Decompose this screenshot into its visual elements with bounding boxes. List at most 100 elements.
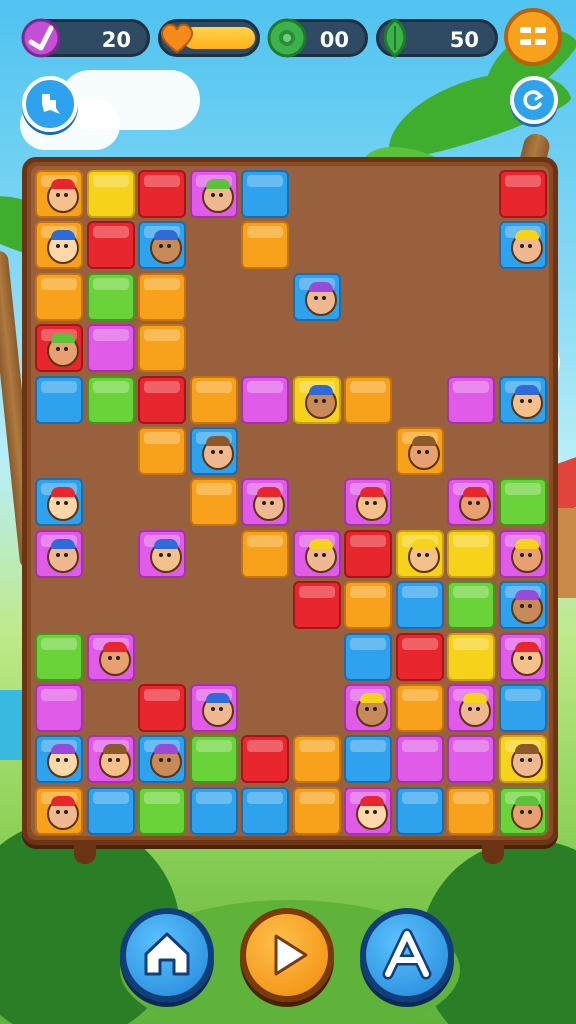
puzzle-button[interactable] [22, 76, 78, 132]
tile-orange[interactable] [35, 272, 83, 321]
tile-green[interactable] [86, 375, 135, 424]
tile-yellow-character[interactable] [292, 375, 341, 424]
tile-magenta-character[interactable] [344, 478, 392, 527]
tile-magenta[interactable] [447, 735, 495, 784]
tile-yellow-character[interactable] [395, 529, 444, 578]
tile-red[interactable] [498, 170, 547, 218]
tile-red[interactable] [395, 632, 444, 681]
tile-blue-character[interactable] [498, 581, 547, 630]
tile-magenta-character[interactable] [189, 684, 238, 732]
tile-orange[interactable] [292, 786, 341, 835]
tile-magenta-character[interactable] [447, 478, 495, 527]
tile-orange[interactable] [138, 427, 186, 475]
tile-green[interactable] [86, 272, 135, 321]
tile-orange[interactable] [138, 272, 186, 321]
tile-orange-character[interactable] [395, 427, 444, 475]
tile-orange[interactable] [189, 478, 238, 527]
tile-orange[interactable] [292, 735, 341, 784]
tile-red[interactable] [292, 581, 341, 630]
tile-green-character[interactable] [498, 786, 547, 835]
tile-orange[interactable] [189, 375, 238, 424]
refresh-button[interactable] [510, 76, 558, 124]
tile-blue[interactable] [498, 684, 547, 732]
character-icon [510, 590, 543, 625]
tile-blue-character[interactable] [189, 427, 238, 475]
leaf-gem-icon [383, 18, 407, 58]
tile-magenta-character[interactable] [344, 684, 392, 732]
tile-red-character[interactable] [35, 324, 83, 373]
tile-green[interactable] [447, 581, 495, 630]
tile-magenta-character[interactable] [189, 170, 238, 218]
tile-blue-character[interactable] [498, 375, 547, 424]
tile-magenta-character[interactable] [292, 529, 341, 578]
tile-yellow[interactable] [447, 529, 495, 578]
tile-magenta[interactable] [35, 684, 83, 732]
character-icon [47, 538, 79, 573]
tile-magenta-character[interactable] [447, 684, 495, 732]
level-counter: 20 [21, 18, 150, 58]
tile-blue-character[interactable] [35, 735, 83, 784]
tile-yellow[interactable] [447, 632, 495, 681]
hint-button[interactable] [360, 908, 454, 1002]
character-icon [510, 384, 543, 419]
menu-button[interactable] [504, 8, 562, 66]
tile-blue-character[interactable] [138, 735, 186, 784]
tile-magenta-character[interactable] [86, 632, 135, 681]
character-icon [459, 487, 491, 522]
tile-blue[interactable] [344, 632, 392, 681]
tile-blue[interactable] [35, 375, 83, 424]
tile-magenta[interactable] [447, 375, 495, 424]
tile-green[interactable] [138, 786, 186, 835]
play-button[interactable] [240, 908, 334, 1002]
tile-magenta-character[interactable] [138, 529, 186, 578]
level-value: 20 [101, 28, 131, 52]
tile-blue-character[interactable] [35, 478, 83, 527]
tile-blue-character[interactable] [138, 221, 186, 270]
tile-blue[interactable] [241, 786, 289, 835]
tile-blue[interactable] [241, 170, 289, 218]
tile-blue[interactable] [86, 786, 135, 835]
character-icon [510, 230, 543, 265]
tile-blue[interactable] [189, 786, 238, 835]
tile-blue[interactable] [344, 735, 392, 784]
tile-blue[interactable] [395, 786, 444, 835]
tile-magenta-character[interactable] [498, 529, 547, 578]
tile-yellow-character[interactable] [498, 735, 547, 784]
tile-magenta[interactable] [395, 735, 444, 784]
lives-counter [158, 19, 260, 57]
character-icon [304, 384, 337, 419]
tile-magenta-character[interactable] [241, 478, 289, 527]
tile-orange[interactable] [344, 581, 392, 630]
tile-blue-character[interactable] [498, 221, 547, 270]
tile-green[interactable] [189, 735, 238, 784]
tile-orange[interactable] [447, 786, 495, 835]
tile-red[interactable] [138, 375, 186, 424]
tile-orange[interactable] [344, 375, 392, 424]
tile-magenta-character[interactable] [35, 529, 83, 578]
tile-green[interactable] [498, 478, 547, 527]
tile-red[interactable] [344, 529, 392, 578]
tile-orange[interactable] [241, 529, 289, 578]
tile-red[interactable] [241, 735, 289, 784]
tile-blue[interactable] [395, 581, 444, 630]
character-icon [201, 693, 234, 727]
tile-magenta-character[interactable] [344, 786, 392, 835]
tile-orange[interactable] [241, 221, 289, 270]
tile-red[interactable] [86, 221, 135, 270]
tile-orange-character[interactable] [35, 170, 83, 218]
tile-orange-character[interactable] [35, 221, 83, 270]
home-button[interactable] [120, 908, 214, 1002]
tile-orange[interactable] [395, 684, 444, 732]
tile-red[interactable] [138, 684, 186, 732]
tile-blue-character[interactable] [292, 272, 341, 321]
tile-yellow[interactable] [86, 170, 135, 218]
tile-red[interactable] [138, 170, 186, 218]
tile-magenta-character[interactable] [86, 735, 135, 784]
tile-orange[interactable] [138, 324, 186, 373]
character-icon [201, 436, 234, 470]
tile-magenta-character[interactable] [498, 632, 547, 681]
tile-green[interactable] [35, 632, 83, 681]
tile-orange-character[interactable] [35, 786, 83, 835]
tile-magenta[interactable] [86, 324, 135, 373]
tile-magenta[interactable] [241, 375, 289, 424]
